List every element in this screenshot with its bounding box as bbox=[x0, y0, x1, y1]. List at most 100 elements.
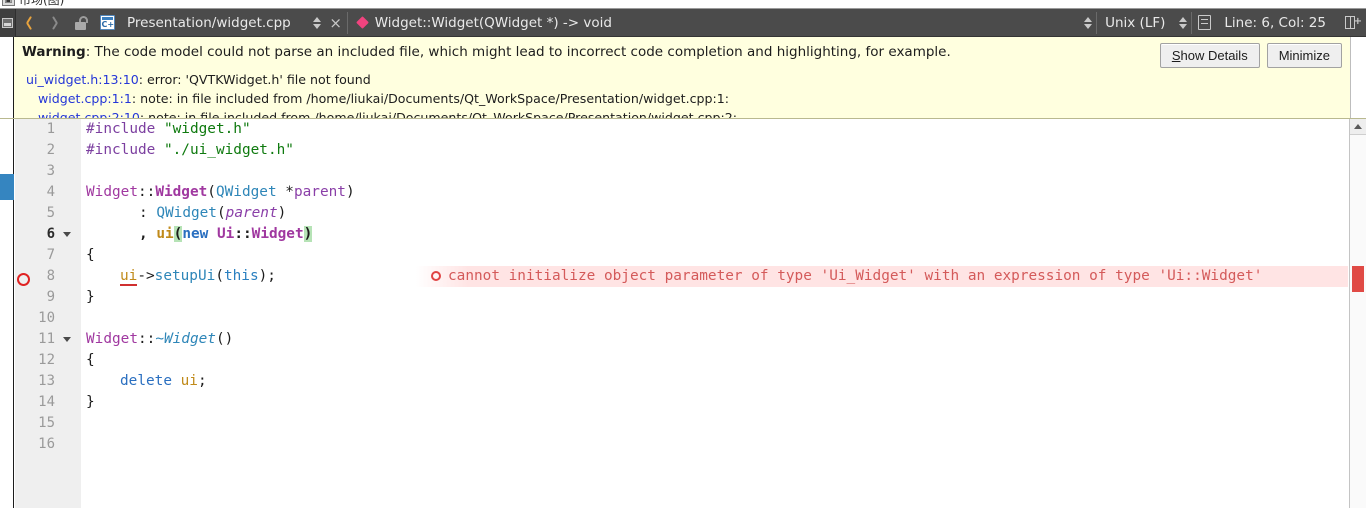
token-include-2: #include bbox=[86, 142, 156, 158]
token-lparen-4: ( bbox=[207, 184, 216, 200]
split-editor-button[interactable]: + bbox=[1340, 9, 1366, 37]
file-dropdown-button[interactable] bbox=[309, 9, 325, 37]
line-ending-selector[interactable]: Unix (LF) bbox=[1097, 9, 1175, 37]
line-number-7: 7 bbox=[46, 247, 55, 263]
text-encoding-button[interactable] bbox=[1192, 9, 1216, 37]
token-brace-9: } bbox=[86, 289, 95, 305]
cpp-file-icon: C++ bbox=[99, 15, 115, 30]
detail-line-0: ui_widget.h:13:10: error: 'QVTKWidget.h'… bbox=[26, 70, 737, 89]
show-details-rest: how Details bbox=[1180, 48, 1248, 63]
line-number-5: 5 bbox=[46, 205, 55, 221]
unlock-icon bbox=[74, 15, 88, 30]
banner-message-row: Warning: The code model could not parse … bbox=[22, 44, 951, 60]
symbol-dropdown-button[interactable] bbox=[1080, 9, 1096, 37]
line-number-6: 6 bbox=[46, 226, 55, 242]
minimize-button[interactable]: Minimize bbox=[1266, 43, 1342, 68]
spinner-up-arrow-icon bbox=[1179, 16, 1188, 22]
spinner-up-arrow-icon bbox=[312, 16, 321, 22]
detail-link-2[interactable]: widget.cpp:2:10 bbox=[38, 110, 140, 118]
code-line-13: delete ui; bbox=[120, 371, 207, 392]
line-number-10: 10 bbox=[38, 310, 55, 326]
token-this-8: this bbox=[223, 268, 259, 284]
token-dtor-11: ~Widget bbox=[155, 331, 216, 347]
symbol-selector[interactable]: Widget::Widget(QWidget *) -> void bbox=[348, 15, 612, 31]
pink-diamond-icon bbox=[355, 16, 369, 29]
cursor-position-indicator[interactable]: Line: 6, Col: 25 bbox=[1216, 9, 1340, 37]
code-line-1: #include "widget.h" bbox=[86, 119, 251, 140]
detail-link-1[interactable]: widget.cpp:1:1 bbox=[38, 91, 132, 106]
token-colon-5: : bbox=[139, 205, 157, 221]
token-space-1 bbox=[155, 121, 164, 137]
banner-separator: : bbox=[85, 44, 95, 60]
file-lock-toggle[interactable] bbox=[68, 9, 94, 37]
token-rparen-5: ) bbox=[277, 205, 287, 221]
show-details-button[interactable]: Show Details bbox=[1159, 43, 1260, 68]
line-number-8: 8 bbox=[46, 268, 55, 284]
chevron-left-icon bbox=[25, 16, 34, 30]
token-parens-11: () bbox=[215, 331, 234, 347]
token-semi-13: ; bbox=[197, 373, 207, 389]
detail-text-0: : error: 'QVTKWidget.h' file not found bbox=[138, 72, 371, 87]
detail-link-0[interactable]: ui_widget.h:13:10 bbox=[26, 72, 139, 87]
code-line-7: { bbox=[86, 245, 95, 266]
token-rparen-semi-8: ); bbox=[258, 268, 276, 284]
banner-actions: Show Details Minimize bbox=[1159, 43, 1342, 68]
token-type-4: QWidget bbox=[215, 184, 277, 200]
token-function-8: setupUi bbox=[154, 268, 216, 284]
detail-text-1: : note: in file included from /home/liuk… bbox=[131, 91, 730, 106]
code-line-11: Widget::~Widget() bbox=[86, 329, 233, 350]
banner-left-margin bbox=[0, 37, 14, 118]
token-ctor-4: Widget bbox=[155, 184, 208, 200]
banner-details-list: ui_widget.h:13:10: error: 'QVTKWidget.h'… bbox=[26, 70, 737, 118]
code-line-2: #include "./ui_widget.h" bbox=[86, 140, 294, 161]
token-keyword-13: delete bbox=[120, 373, 172, 389]
code-line-14: } bbox=[86, 392, 95, 413]
token-brace-12: { bbox=[86, 352, 95, 368]
code-line-12: { bbox=[86, 350, 95, 371]
editor-gutter[interactable]: 1 2 3 4 5 6 7 8 9 10 11 12 13 14 15 16 bbox=[15, 119, 81, 508]
scroll-up-arrow-icon[interactable] bbox=[1350, 119, 1366, 135]
code-line-4: Widget::Widget(QWidget *parent) bbox=[86, 182, 355, 203]
token-comma-6: , bbox=[139, 226, 157, 242]
editor-toolbar: C++ Presentation/widget.cpp × Widget::Wi… bbox=[0, 8, 1366, 37]
line-ending-dropdown-button[interactable] bbox=[1175, 9, 1191, 37]
line-number-3: 3 bbox=[46, 163, 55, 179]
editor-edge-change-marker bbox=[0, 174, 14, 200]
top-strip-label: 市场(图) bbox=[19, 0, 64, 8]
line-number-13: 13 bbox=[38, 373, 55, 389]
line-number-15: 15 bbox=[38, 415, 55, 431]
fold-arrow-line-11[interactable] bbox=[63, 337, 71, 342]
line-number-2: 2 bbox=[46, 142, 55, 158]
spinner-down-arrow-icon bbox=[1179, 23, 1188, 29]
token-param-5: parent bbox=[225, 205, 278, 221]
token-keyword-6: new bbox=[182, 226, 209, 242]
token-field-6: ui bbox=[156, 226, 174, 242]
token-rparen-6: ) bbox=[303, 226, 313, 242]
close-document-button[interactable]: × bbox=[325, 9, 347, 37]
fold-arrow-line-6[interactable] bbox=[63, 232, 71, 237]
window-glyph-icon: ▣ bbox=[2, 0, 15, 6]
banner-right-margin bbox=[1350, 37, 1366, 118]
document-lines-icon bbox=[1197, 15, 1211, 30]
spinner-down-arrow-icon bbox=[312, 23, 321, 29]
error-tick-marker[interactable] bbox=[1352, 266, 1364, 292]
navigate-forward-button[interactable] bbox=[42, 9, 68, 37]
file-type-indicator: C++ bbox=[94, 9, 120, 37]
sidebar-icon bbox=[2, 17, 13, 28]
token-space-2 bbox=[155, 142, 164, 158]
code-text-area[interactable]: #include "widget.h" #include "./ui_widge… bbox=[81, 119, 1348, 508]
show-details-mnemonic: S bbox=[1171, 48, 1181, 63]
line-number-12: 12 bbox=[38, 352, 55, 368]
navigate-back-button[interactable] bbox=[16, 9, 42, 37]
line-number-4: 4 bbox=[46, 184, 55, 200]
open-file-selector[interactable]: Presentation/widget.cpp bbox=[120, 9, 309, 37]
code-editor[interactable]: 1 2 3 4 5 6 7 8 9 10 11 12 13 14 15 16 #… bbox=[0, 119, 1366, 508]
spinner-up-arrow-icon bbox=[1084, 16, 1093, 22]
token-class-4: Widget bbox=[86, 184, 138, 200]
sidebar-toggle-button[interactable] bbox=[0, 8, 16, 37]
banner-severity-label: Warning bbox=[22, 44, 86, 60]
editor-vertical-scrollbar[interactable] bbox=[1349, 119, 1366, 508]
code-line-8: ui->setupUi(this); bbox=[120, 266, 276, 287]
token-star-4: * bbox=[276, 184, 294, 200]
token-lparen-8: ( bbox=[215, 268, 224, 284]
